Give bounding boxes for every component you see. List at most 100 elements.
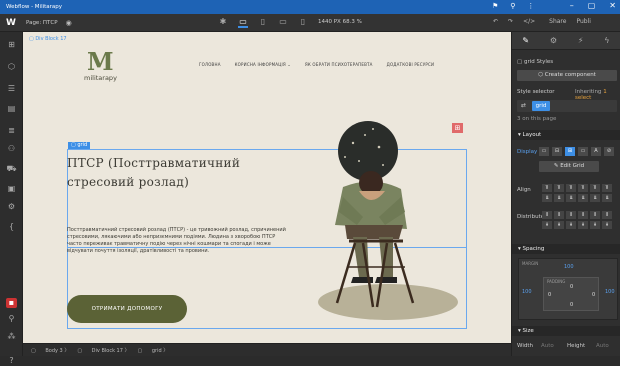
- search-icon[interactable]: ⚲: [6, 314, 17, 324]
- distribute-icon[interactable]: ⫴: [554, 211, 564, 219]
- navigator-icon[interactable]: ☰: [6, 84, 17, 94]
- hero-heading[interactable]: ПТСР (Посттравматичний стресовий розлад): [67, 154, 287, 192]
- margin-top-value[interactable]: 100: [564, 264, 574, 270]
- apps-icon[interactable]: ⁂: [6, 332, 17, 342]
- display-inline-block-icon[interactable]: ▭: [578, 147, 588, 156]
- align-icon[interactable]: ⫪: [578, 184, 588, 192]
- width-input[interactable]: Auto: [541, 343, 554, 349]
- users-icon[interactable]: ⚇: [6, 144, 17, 154]
- padding-bottom-value[interactable]: 0: [570, 302, 573, 308]
- breadcrumb-item[interactable]: ▢ Div Block 17 〉: [77, 347, 129, 354]
- nav-item-useful-info[interactable]: КОРИСНА ІНФОРМАЦІЯ ⌄: [235, 62, 291, 67]
- padding-right-value[interactable]: 0: [592, 292, 595, 298]
- share-button[interactable]: Share: [549, 18, 566, 25]
- breakpoint-desktop-star-icon[interactable]: ✱: [218, 16, 228, 28]
- more-icon[interactable]: ⋮: [527, 2, 534, 10]
- display-block-icon[interactable]: ▭: [539, 147, 549, 156]
- audit-icon[interactable]: ▪: [6, 298, 17, 308]
- distribute-icon[interactable]: ⫵: [602, 221, 612, 229]
- align-icon[interactable]: ⫪: [542, 184, 552, 192]
- align-icon[interactable]: ⫪: [554, 184, 564, 192]
- margin-right-value[interactable]: 100: [605, 289, 615, 295]
- breakpoint-mobile-landscape-icon[interactable]: ▭: [278, 16, 288, 28]
- distribute-icon[interactable]: ⫵: [554, 221, 564, 229]
- pages-icon[interactable]: ▤: [6, 104, 17, 114]
- cms-icon[interactable]: ≣: [6, 126, 17, 136]
- align-icon[interactable]: ⫪: [590, 184, 600, 192]
- margin-left-value[interactable]: 100: [522, 289, 532, 295]
- get-help-button[interactable]: ОТРИМАТИ ДОПОМОГУ: [67, 295, 187, 323]
- padding-top-value[interactable]: 0: [570, 284, 573, 290]
- align-icon[interactable]: ⫫: [566, 194, 576, 202]
- layout-section-header[interactable]: ▾ Layout: [512, 130, 620, 140]
- distribute-icon[interactable]: ⫵: [566, 221, 576, 229]
- site-logo-mark[interactable]: M: [87, 47, 114, 76]
- close-icon[interactable]: ✕: [609, 1, 616, 10]
- breadcrumb-item[interactable]: ▢ Body 3 〉: [31, 347, 69, 354]
- maximize-icon[interactable]: ▢: [588, 1, 596, 10]
- site-logo-text[interactable]: militarapy: [84, 74, 117, 82]
- team-icon[interactable]: ⚑: [492, 2, 498, 10]
- distribute-icon[interactable]: ⫵: [542, 221, 552, 229]
- align-label: Align: [517, 187, 531, 193]
- align-icon[interactable]: ⫪: [566, 184, 576, 192]
- nav-item-choose-therapist[interactable]: ЯК ОБРАТИ ПСИХОТЕРАПЕВТА: [305, 62, 373, 67]
- nav-item-home[interactable]: ГОЛОВНА: [199, 62, 221, 67]
- display-inline-icon[interactable]: A: [591, 147, 601, 156]
- display-none-icon[interactable]: ⊘: [604, 147, 614, 156]
- distribute-icon[interactable]: ⫴: [542, 211, 552, 219]
- bell-icon[interactable]: ⚲: [510, 2, 515, 10]
- interactions-tab-icon[interactable]: ⚡: [578, 36, 584, 45]
- grid-selection-tag[interactable]: ▢ grid: [68, 142, 91, 149]
- code-icon[interactable]: </>: [523, 18, 535, 25]
- padding-box[interactable]: PADDING 0 0 0 0: [543, 277, 599, 311]
- size-section-header[interactable]: ▾ Size: [512, 326, 620, 336]
- components-icon[interactable]: ⬡: [6, 62, 17, 72]
- selected-class-chip[interactable]: grid: [532, 101, 550, 111]
- settings-icon[interactable]: ⚙: [6, 202, 17, 212]
- create-component-button[interactable]: ⬡ Create component: [517, 70, 617, 81]
- distribute-icon[interactable]: ⫴: [566, 211, 576, 219]
- spacing-box[interactable]: MARGIN 100 100 100 PADDING 0 0 0 0: [518, 258, 618, 320]
- distribute-icon[interactable]: ⫴: [578, 211, 588, 219]
- breakpoint-desktop-icon[interactable]: ▭: [238, 16, 248, 28]
- display-grid-icon[interactable]: ⊞: [565, 147, 575, 156]
- align-icon[interactable]: ⫫: [590, 194, 600, 202]
- lightning-tab-icon[interactable]: ϟ: [604, 36, 609, 45]
- edit-grid-button[interactable]: ✎ Edit Grid: [539, 161, 599, 172]
- distribute-icon[interactable]: ⫴: [602, 211, 612, 219]
- nav-item-resources[interactable]: ДОДАТКОВІ РЕСУРСИ: [387, 62, 435, 67]
- webflow-logo[interactable]: W: [0, 18, 22, 28]
- breakpoint-tablet-icon[interactable]: ▯: [258, 16, 268, 28]
- align-icon[interactable]: ⫫: [554, 194, 564, 202]
- height-input[interactable]: Auto: [596, 343, 609, 349]
- breadcrumb-item[interactable]: ▢ grid 〉: [138, 347, 169, 354]
- spacing-section-header[interactable]: ▾ Spacing: [512, 244, 620, 254]
- distribute-icon[interactable]: ⫵: [590, 221, 600, 229]
- design-canvas[interactable]: ▢ Div Block 17 M militarapy ГОЛОВНА КОРИ…: [23, 32, 511, 343]
- minimize-icon[interactable]: –: [570, 1, 574, 10]
- ecommerce-icon[interactable]: ⛟: [6, 164, 17, 174]
- display-flex-icon[interactable]: ⊟: [552, 147, 562, 156]
- redo-icon[interactable]: ↷: [508, 18, 513, 25]
- undo-icon[interactable]: ↶: [493, 18, 498, 25]
- breakpoint-mobile-icon[interactable]: ▯: [298, 16, 308, 28]
- align-icon[interactable]: ⫫: [602, 194, 612, 202]
- settings-tab-gear-icon[interactable]: ⚙: [550, 36, 557, 45]
- help-icon[interactable]: ?: [6, 356, 17, 366]
- padding-left-value[interactable]: 0: [548, 292, 551, 298]
- publish-button[interactable]: Publi: [576, 18, 590, 25]
- style-tab-brush-icon[interactable]: ✎: [522, 36, 529, 45]
- add-panel-icon[interactable]: ⊞: [6, 40, 17, 50]
- hero-paragraph[interactable]: Посттравматичний стресовий розлад (ПТСР)…: [67, 227, 289, 255]
- align-icon[interactable]: ⫪: [602, 184, 612, 192]
- assets-icon[interactable]: ▣: [6, 184, 17, 194]
- align-icon[interactable]: ⫫: [578, 194, 588, 202]
- page-selector[interactable]: Page: ПТСР: [26, 20, 58, 26]
- align-icon[interactable]: ⫫: [542, 194, 552, 202]
- distribute-icon[interactable]: ⫵: [578, 221, 588, 229]
- logic-icon[interactable]: {: [6, 222, 17, 232]
- preview-eye-icon[interactable]: ◉: [66, 19, 72, 27]
- div-block-tag[interactable]: ▢ Div Block 17: [29, 36, 67, 42]
- distribute-icon[interactable]: ⫴: [590, 211, 600, 219]
